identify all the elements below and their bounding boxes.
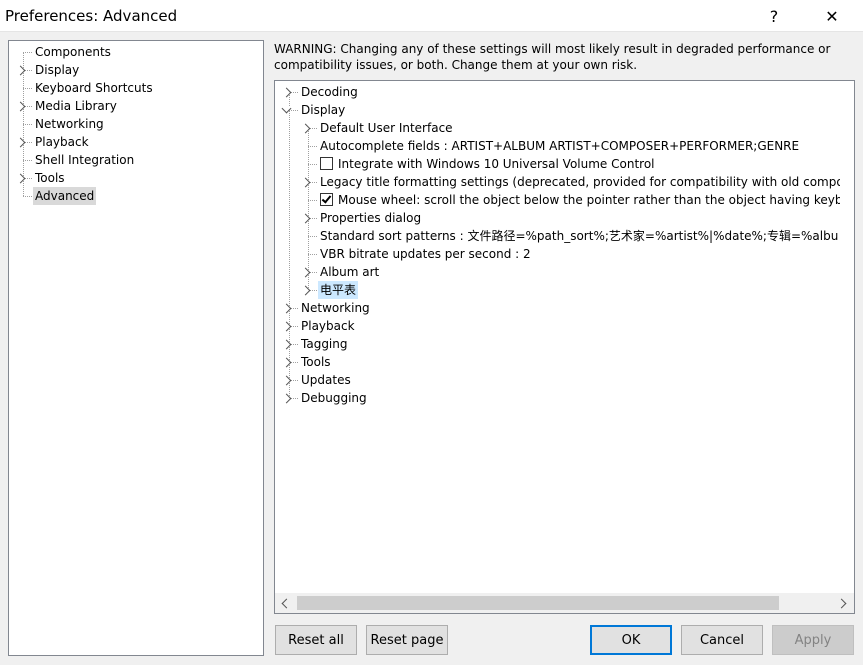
tree-item-label: Tagging <box>301 337 348 351</box>
tree-item-label: Display <box>301 103 346 117</box>
sidebar-item-label: Keyboard Shortcuts <box>35 81 153 95</box>
tree-item-checkbox-setting[interactable]: Mouse wheel: scroll the object below the… <box>275 191 840 209</box>
tree-item-label: VBR bitrate updates per second : 2 <box>320 247 531 261</box>
tree-item-tools[interactable]: Tools <box>275 353 840 371</box>
expand-chevron-icon[interactable] <box>281 375 292 386</box>
expand-chevron-icon[interactable] <box>15 101 26 112</box>
expand-chevron-icon[interactable] <box>15 65 26 76</box>
sidebar-item-keyboard-shortcuts[interactable]: Keyboard Shortcuts <box>9 79 259 97</box>
sidebar-item-networking[interactable]: Networking <box>9 115 259 133</box>
tree-item-checkbox-setting[interactable]: Integrate with Windows 10 Universal Volu… <box>275 155 840 173</box>
close-button[interactable]: ✕ <box>809 0 855 32</box>
advanced-settings-tree[interactable]: Decoding Display Default User Interface Aut… <box>274 80 855 614</box>
tree-item-label: Legacy title formatting settings (deprec… <box>320 175 840 189</box>
tree-item-group[interactable]: 电平表 <box>275 281 840 299</box>
expand-chevron-icon[interactable] <box>281 393 292 404</box>
tree-item-label: Playback <box>301 319 355 333</box>
sidebar-item-label: Media Library <box>35 99 117 113</box>
checkmark-icon <box>321 193 332 204</box>
expand-chevron-icon[interactable] <box>281 357 292 368</box>
expand-chevron-icon[interactable] <box>281 321 292 332</box>
expand-chevron-icon[interactable] <box>300 213 311 224</box>
help-button[interactable]: ? <box>751 0 797 32</box>
sidebar-item-components[interactable]: Components <box>9 43 259 61</box>
scroll-left-button[interactable] <box>275 593 295 613</box>
tree-item-label: Default User Interface <box>320 121 453 135</box>
cancel-button[interactable]: Cancel <box>681 625 763 655</box>
collapse-chevron-icon[interactable] <box>281 103 292 114</box>
tree-item-label: Decoding <box>301 85 358 99</box>
horizontal-scrollbar[interactable] <box>275 593 854 613</box>
sidebar-item-label: Advanced <box>33 187 97 205</box>
tree-item-label: Debugging <box>301 391 367 405</box>
expand-chevron-icon[interactable] <box>15 173 26 184</box>
tree-item-setting[interactable]: Standard sort patterns : 文件路径=%path_sort… <box>275 227 840 245</box>
scroll-right-button[interactable] <box>834 593 854 613</box>
tree-item-label: Properties dialog <box>320 211 422 225</box>
sidebar-item-tools[interactable]: Tools <box>9 169 259 187</box>
preferences-page-tree[interactable]: Components Display Keyboard Shortcuts Media… <box>8 40 264 656</box>
tree-item-group[interactable]: Legacy title formatting settings (deprec… <box>275 173 840 191</box>
expand-chevron-icon[interactable] <box>281 339 292 350</box>
sidebar-item-label: Playback <box>35 135 89 149</box>
expand-chevron-icon[interactable] <box>300 177 311 188</box>
reset-all-button[interactable]: Reset all <box>275 625 357 655</box>
tree-item-label: Mouse wheel: scroll the object below the… <box>338 193 840 207</box>
setting-checkbox[interactable] <box>320 193 333 206</box>
warning-text: WARNING: Changing any of these settings … <box>274 42 831 72</box>
tree-item-label: Integrate with Windows 10 Universal Volu… <box>338 157 655 171</box>
tree-item-group[interactable]: Default User Interface <box>275 119 840 137</box>
expand-chevron-icon[interactable] <box>281 87 292 98</box>
apply-button: Apply <box>772 625 854 655</box>
ok-button[interactable]: OK <box>590 625 672 655</box>
expand-chevron-icon[interactable] <box>300 123 311 134</box>
tree-item-decoding[interactable]: Decoding <box>275 83 840 101</box>
tree-item-group[interactable]: Properties dialog <box>275 209 840 227</box>
tree-item-group[interactable]: Album art <box>275 263 840 281</box>
tree-item-playback[interactable]: Playback <box>275 317 840 335</box>
tree-item-tagging[interactable]: Tagging <box>275 335 840 353</box>
tree-item-setting[interactable]: VBR bitrate updates per second : 2 <box>275 245 840 263</box>
expand-chevron-icon[interactable] <box>300 285 311 296</box>
close-icon: ✕ <box>825 6 839 26</box>
sidebar-item-label: Display <box>35 63 80 77</box>
tree-item-label: 电平表 <box>318 281 359 299</box>
sidebar-item-label: Networking <box>35 117 104 131</box>
reset-page-button[interactable]: Reset page <box>366 625 448 655</box>
tree-item-debugging[interactable]: Debugging <box>275 389 840 407</box>
sidebar-item-media-library[interactable]: Media Library <box>9 97 259 115</box>
tree-item-label: Tools <box>301 355 331 369</box>
help-icon: ? <box>769 6 779 26</box>
sidebar-item-label: Components <box>35 45 111 59</box>
tree-item-setting[interactable]: Autocomplete fields : ARTIST+ALBUM ARTIS… <box>275 137 840 155</box>
tree-item-label: Updates <box>301 373 351 387</box>
chevron-left-icon <box>281 598 292 609</box>
sidebar-item-label: Tools <box>35 171 65 185</box>
tree-item-label: Networking <box>301 301 370 315</box>
advanced-tree-content: Decoding Display Default User Interface Aut… <box>275 81 840 593</box>
scrollbar-thumb[interactable] <box>297 596 779 610</box>
expand-chevron-icon[interactable] <box>15 137 26 148</box>
expand-chevron-icon[interactable] <box>281 303 292 314</box>
tree-item-networking[interactable]: Networking <box>275 299 840 317</box>
expand-chevron-icon[interactable] <box>300 267 311 278</box>
tree-item-display[interactable]: Display <box>275 101 840 119</box>
setting-checkbox[interactable] <box>320 157 333 170</box>
window-title: Preferences: Advanced <box>5 7 178 25</box>
sidebar-item-advanced[interactable]: Advanced <box>9 187 259 205</box>
tree-item-label: Standard sort patterns : 文件路径=%path_sort… <box>320 229 839 243</box>
title-bar: Preferences: Advanced ? ✕ <box>0 0 863 32</box>
sidebar-item-display[interactable]: Display <box>9 61 259 79</box>
tree-item-updates[interactable]: Updates <box>275 371 840 389</box>
sidebar-item-label: Shell Integration <box>35 153 135 167</box>
tree-item-label: Autocomplete fields : ARTIST+ALBUM ARTIS… <box>320 139 800 153</box>
tree-item-label: Album art <box>320 265 380 279</box>
sidebar-item-playback[interactable]: Playback <box>9 133 259 151</box>
chevron-right-icon <box>836 598 847 609</box>
sidebar-item-shell-integration[interactable]: Shell Integration <box>9 151 259 169</box>
